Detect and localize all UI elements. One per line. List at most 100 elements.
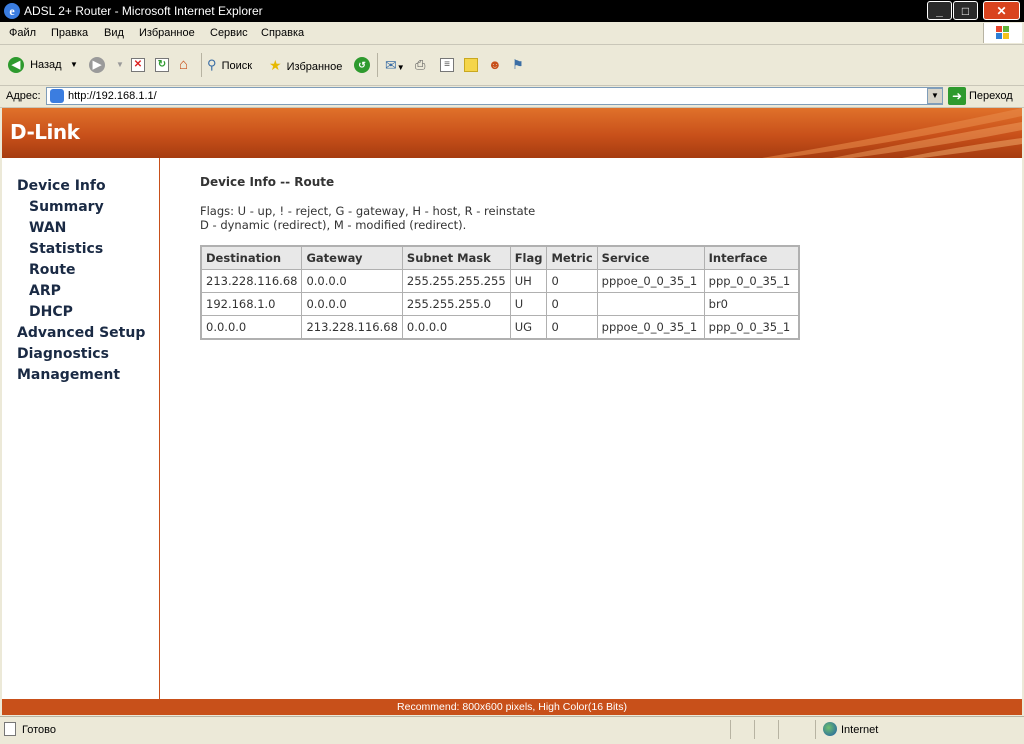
banner-stripes <box>762 108 1022 158</box>
menu-tools[interactable]: Сервис <box>210 27 248 39</box>
back-dropdown-icon[interactable]: ▼ <box>70 55 78 75</box>
header-banner: D-Link <box>2 108 1022 158</box>
status-divider <box>815 720 816 739</box>
flags-legend: Flags: U - up, ! - reject, G - gateway, … <box>200 204 535 232</box>
messenger-button[interactable]: ☻ <box>488 55 502 75</box>
cell-metric: 0 <box>546 269 598 293</box>
col-service: Service <box>596 245 705 270</box>
mail-icon: ✉ <box>385 57 397 73</box>
search-button[interactable]: ⚲ Поиск <box>207 55 252 75</box>
back-arrow-icon: ◀ <box>8 57 24 74</box>
address-url: http://192.168.1.1/ <box>68 90 157 102</box>
menu-help[interactable]: Справка <box>261 27 304 39</box>
cell-interface: ppp_0_0_35_1 <box>703 269 800 293</box>
cell-destination: 192.168.1.0 <box>200 292 303 316</box>
sidebar-item-statistics[interactable]: Statistics <box>29 241 103 257</box>
favorites-button[interactable]: ★ Избранное <box>269 55 342 75</box>
col-metric: Metric <box>546 245 598 270</box>
go-label: Переход <box>969 90 1013 102</box>
windows-logo <box>983 23 1022 43</box>
stop-button[interactable]: ✕ <box>131 55 145 75</box>
windows-flag-icon <box>996 26 1010 40</box>
cell-destination: 213.228.116.68 <box>200 269 303 293</box>
sidebar: Device Info Summary WAN Statistics Route… <box>2 158 160 699</box>
history-button[interactable]: ↺ <box>354 55 370 75</box>
col-flag: Flag <box>509 245 548 270</box>
page-content: D-Link Device Info Summary WAN Statistic… <box>2 108 1022 715</box>
sidebar-item-arp[interactable]: ARP <box>29 283 61 299</box>
minimize-button[interactable]: _ <box>927 1 952 20</box>
back-button[interactable]: ◀ Назад <box>8 55 62 75</box>
cell-service <box>596 292 705 316</box>
refresh-button[interactable]: ↻ <box>155 55 169 75</box>
messenger-icon: ☻ <box>488 57 502 72</box>
sidebar-item-advanced-setup[interactable]: Advanced Setup <box>17 325 145 341</box>
page-title: Device Info -- Route <box>200 175 335 189</box>
cell-subnet-mask: 255.255.255.255 <box>401 269 511 293</box>
favorites-label: Избранное <box>286 61 343 73</box>
menu-favorites[interactable]: Избранное <box>139 27 195 39</box>
internet-zone-icon <box>823 722 837 736</box>
search-label: Поиск <box>221 60 253 72</box>
home-icon: ⌂ <box>179 56 189 73</box>
cell-interface: br0 <box>703 292 800 316</box>
maximize-button[interactable]: □ <box>953 1 978 20</box>
cell-subnet-mask: 0.0.0.0 <box>401 315 511 340</box>
cell-service: pppoe_0_0_35_1 <box>596 315 705 340</box>
research-button[interactable]: ⚑ <box>512 55 524 75</box>
page-status-icon <box>4 722 16 736</box>
status-divider <box>730 720 731 739</box>
menu-bar: Файл Правка Вид Избранное Сервис Справка <box>0 22 1024 45</box>
address-label: Адрес: <box>6 90 41 102</box>
col-gateway: Gateway <box>301 245 403 270</box>
status-divider <box>754 720 755 739</box>
refresh-icon: ↻ <box>155 58 169 73</box>
sidebar-item-diagnostics[interactable]: Diagnostics <box>17 346 109 362</box>
mail-button[interactable]: ✉▼ <box>385 55 405 75</box>
close-button[interactable]: ✕ <box>983 1 1020 20</box>
forward-dropdown-icon[interactable]: ▼ <box>116 55 124 75</box>
sidebar-item-summary[interactable]: Summary <box>29 199 104 215</box>
cell-flag: UH <box>509 269 548 293</box>
menu-view[interactable]: Вид <box>104 27 124 39</box>
menu-edit[interactable]: Правка <box>51 27 88 39</box>
table-header-row: Destination Gateway Subnet Mask Flag Met… <box>200 245 800 270</box>
table-row: 192.168.1.0 0.0.0.0 255.255.255.0 U 0 br… <box>200 292 800 316</box>
print-button[interactable]: ⎙ <box>415 55 425 75</box>
ie-icon: e <box>4 3 20 19</box>
cell-flag: U <box>509 292 548 316</box>
go-arrow-icon: ➜ <box>948 87 966 105</box>
zone-label: Internet <box>841 724 879 736</box>
sidebar-item-device-info[interactable]: Device Info <box>17 178 106 194</box>
menu-file[interactable]: Файл <box>9 27 36 39</box>
title-bar: e ADSL 2+ Router - Microsoft Internet Ex… <box>0 0 1024 22</box>
address-bar: Адрес: http://192.168.1.1/ ▼ ➜ Переход <box>0 86 1024 108</box>
edit-icon: ≡ <box>440 58 454 73</box>
sidebar-item-dhcp[interactable]: DHCP <box>29 304 73 320</box>
search-icon: ⚲ <box>207 57 217 72</box>
go-button[interactable]: ➜ Переход <box>948 87 1013 106</box>
notes-button[interactable] <box>464 55 478 75</box>
recommend-footer: Recommend: 800x600 pixels, High Color(16… <box>2 699 1022 715</box>
forward-button[interactable]: ▶ <box>89 55 105 75</box>
toolbar-separator <box>377 53 378 77</box>
cell-destination: 0.0.0.0 <box>200 315 303 340</box>
address-dropdown-icon[interactable]: ▼ <box>927 88 943 104</box>
main-panel: Device Info -- Route Flags: U - up, ! - … <box>160 158 1022 699</box>
address-input[interactable]: http://192.168.1.1/ <box>46 87 943 105</box>
sidebar-item-wan[interactable]: WAN <box>29 220 66 236</box>
research-icon: ⚑ <box>512 57 524 72</box>
toolbar: ◀ Назад ▼ ▶ ▼ ✕ ↻ ⌂ ⚲ Поиск ★ Избранное … <box>0 45 1024 86</box>
cell-service: pppoe_0_0_35_1 <box>596 269 705 293</box>
status-bar: Готово Internet <box>0 716 1024 744</box>
cell-interface: ppp_0_0_35_1 <box>703 315 800 340</box>
window-title: ADSL 2+ Router - Microsoft Internet Expl… <box>24 4 263 18</box>
edit-button[interactable]: ≡ <box>440 55 454 75</box>
sidebar-item-route[interactable]: Route <box>29 262 76 278</box>
cell-subnet-mask: 255.255.255.0 <box>401 292 511 316</box>
route-table: Destination Gateway Subnet Mask Flag Met… <box>200 245 800 340</box>
status-text: Готово <box>22 724 56 736</box>
sidebar-item-management[interactable]: Management <box>17 367 120 383</box>
star-icon: ★ <box>269 57 282 73</box>
home-button[interactable]: ⌂ <box>179 55 188 75</box>
